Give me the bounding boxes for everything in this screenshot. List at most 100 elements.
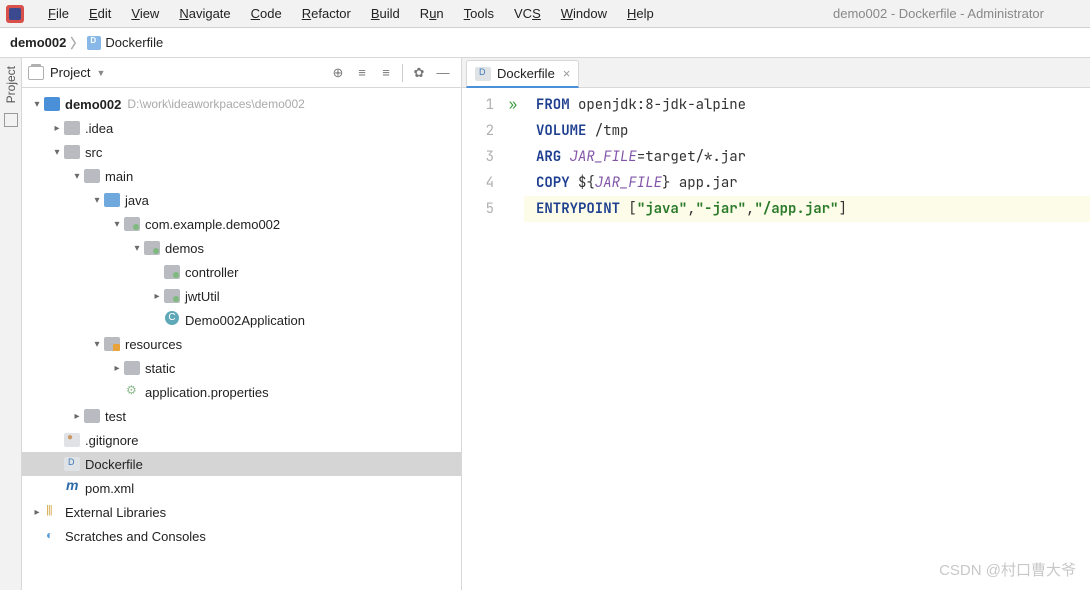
menu-refactor[interactable]: Refactor (292, 3, 361, 24)
chevron-down-icon[interactable]: ▾ (50, 147, 64, 158)
window-title: demo002 - Dockerfile - Administrator (833, 6, 1044, 21)
menu-code[interactable]: Code (241, 3, 292, 24)
breadcrumb-separator: 〉 (70, 33, 83, 52)
divider (402, 64, 403, 82)
editor-tab-strip: Dockerfile × (462, 58, 1090, 88)
source-folder-icon (104, 193, 120, 207)
tree-item-src: ▾src (22, 140, 461, 164)
main-menubar: FileEditViewNavigateCodeRefactorBuildRun… (0, 0, 1090, 28)
breadcrumb-root[interactable]: demo002 (10, 35, 66, 50)
tree-item-scratches: ▸Scratches and Consoles (22, 524, 461, 548)
chevron-right-icon[interactable]: ▸ (110, 363, 124, 374)
folder-icon (64, 145, 80, 159)
package-icon (144, 241, 160, 255)
package-icon (124, 217, 140, 231)
tree-item-controller: ▸controller (22, 260, 461, 284)
package-icon (164, 289, 180, 303)
folder-icon (84, 169, 100, 183)
collapse-all-button[interactable]: ≡ (377, 64, 395, 82)
menu-vcs[interactable]: VCS (504, 3, 551, 24)
project-view-title[interactable]: Project (50, 65, 90, 80)
menu-view[interactable]: View (121, 3, 169, 24)
runnable-class-icon (164, 313, 180, 327)
editor-tab-dockerfile[interactable]: Dockerfile × (466, 60, 579, 88)
menu-tools[interactable]: Tools (454, 3, 504, 24)
settings-button[interactable]: ✿ (410, 64, 428, 82)
structure-tool-icon[interactable] (4, 113, 18, 127)
folder-icon (124, 361, 140, 375)
dockerfile-icon (87, 36, 101, 50)
folder-icon (64, 121, 80, 135)
code-line: VOLUME /tmp (524, 118, 1090, 144)
tree-item-dockerfile: ▸Dockerfile (22, 452, 461, 476)
tree-item-appclass: ▸Demo002Application (22, 308, 461, 332)
breadcrumb-file[interactable]: Dockerfile (105, 35, 163, 50)
chevron-down-icon[interactable]: ▾ (130, 243, 144, 254)
folder-icon (84, 409, 100, 423)
code-line: ENTRYPOINT ["java","-jar","/app.jar"] (524, 196, 1090, 222)
resources-folder-icon (104, 337, 120, 351)
tree-item-project: ▾demo002D:\work\ideaworkpaces\demo002 (22, 92, 461, 116)
code-line: COPY ${JAR_FILE} app.jar (524, 170, 1090, 196)
tree-item-extlib: ▸External Libraries (22, 500, 461, 524)
dockerfile-icon (64, 457, 80, 471)
breadcrumb-bar: demo002 〉 Dockerfile (0, 28, 1090, 58)
tree-item-demos: ▾demos (22, 236, 461, 260)
menu-window[interactable]: Window (551, 3, 617, 24)
line-number-gutter: 1 2 3 4 5 (462, 88, 502, 590)
properties-file-icon (124, 385, 140, 399)
run-gutter: » (502, 88, 524, 590)
menu-run[interactable]: Run (410, 3, 454, 24)
chevron-down-icon[interactable]: ▾ (70, 171, 84, 182)
menu-edit[interactable]: Edit (79, 3, 121, 24)
editor-tab-label: Dockerfile (497, 66, 555, 81)
tree-item-static: ▸static (22, 356, 461, 380)
external-libraries-icon (44, 505, 60, 519)
hide-button[interactable]: — (434, 64, 452, 82)
project-view-icon (28, 66, 44, 80)
editor-body[interactable]: 1 2 3 4 5 » FROM openjdk:8-jdk-alpine VO… (462, 88, 1090, 590)
chevron-down-icon[interactable]: ▾ (90, 195, 104, 206)
project-panel: Project ▼ ⊕ ≡ ≡ ✿ — ▾demo002D:\work\idea… (22, 58, 462, 590)
expand-all-button[interactable]: ≡ (353, 64, 371, 82)
menu-navigate[interactable]: Navigate (169, 3, 240, 24)
close-tab-icon[interactable]: × (563, 66, 571, 81)
chevron-down-icon[interactable]: ▾ (110, 219, 124, 230)
dockerfile-icon (475, 67, 491, 81)
chevron-right-icon[interactable]: ▸ (150, 291, 164, 302)
tree-item-appprops: ▸application.properties (22, 380, 461, 404)
app-logo-icon (6, 5, 24, 23)
tree-item-package: ▾com.example.demo002 (22, 212, 461, 236)
tree-item-gitignore: ▸.gitignore (22, 428, 461, 452)
maven-file-icon (64, 481, 80, 495)
chevron-right-icon[interactable]: ▸ (70, 411, 84, 422)
tree-item-main: ▾main (22, 164, 461, 188)
chevron-down-icon[interactable]: ▾ (30, 99, 44, 110)
project-panel-header: Project ▼ ⊕ ≡ ≡ ✿ — (22, 58, 461, 88)
project-tree[interactable]: ▾demo002D:\work\ideaworkpaces\demo002 ▸.… (22, 88, 461, 552)
code-line: FROM openjdk:8-jdk-alpine (524, 92, 1090, 118)
menu-file[interactable]: File (38, 3, 79, 24)
tree-item-pom: ▸pom.xml (22, 476, 461, 500)
tree-item-java: ▾java (22, 188, 461, 212)
chevron-right-icon[interactable]: ▸ (30, 507, 44, 518)
chevron-down-icon[interactable]: ▾ (90, 339, 104, 350)
project-icon (44, 97, 60, 111)
tree-item-idea: ▸.idea (22, 116, 461, 140)
chevron-right-icon[interactable]: ▸ (50, 123, 64, 134)
editor-panel: Dockerfile × 1 2 3 4 5 » FROM openjdk:8-… (462, 58, 1090, 590)
tree-item-resources: ▾resources (22, 332, 461, 356)
main-area: Project Project ▼ ⊕ ≡ ≡ ✿ — ▾demo002D:\w… (0, 58, 1090, 590)
menu-build[interactable]: Build (361, 3, 410, 24)
package-icon (164, 265, 180, 279)
run-marker-icon[interactable]: » (509, 92, 517, 118)
scratches-icon (44, 529, 60, 543)
gitignore-file-icon (64, 433, 80, 447)
code-area[interactable]: FROM openjdk:8-jdk-alpine VOLUME /tmp AR… (524, 88, 1090, 590)
locate-button[interactable]: ⊕ (329, 64, 347, 82)
project-tool-label[interactable]: Project (4, 66, 18, 103)
menu-help[interactable]: Help (617, 3, 664, 24)
tree-item-jwtutil: ▸jwtUtil (22, 284, 461, 308)
tree-item-test: ▸test (22, 404, 461, 428)
project-view-dropdown-icon[interactable]: ▼ (96, 68, 105, 78)
